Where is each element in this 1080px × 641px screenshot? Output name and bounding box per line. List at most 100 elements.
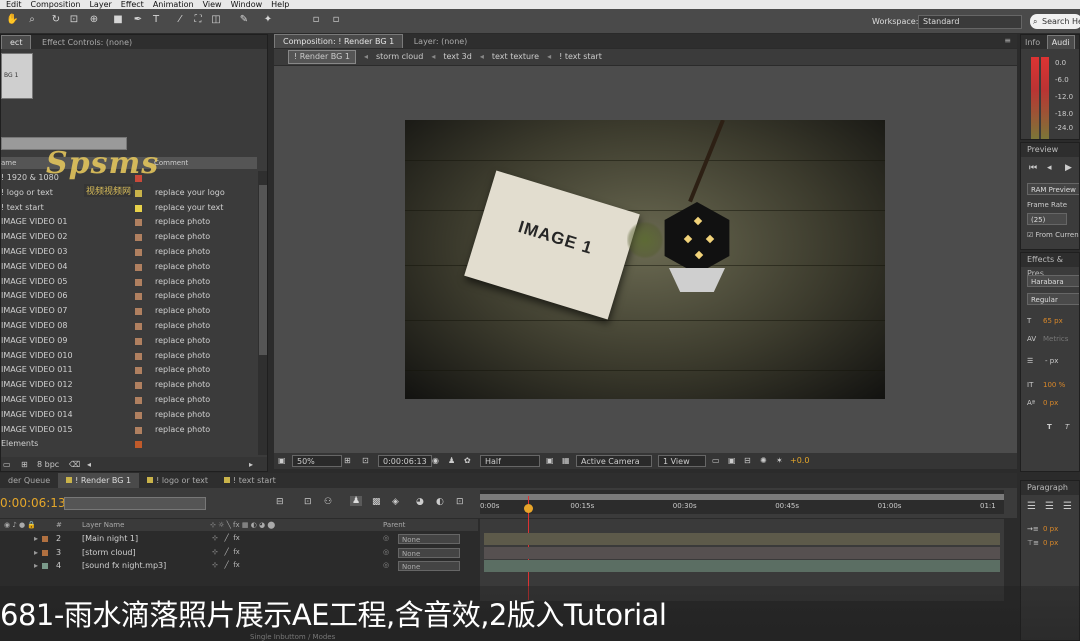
project-item-comment[interactable]: replace photo [155,363,210,378]
roto-brush-tool-icon[interactable]: ✎ [238,14,250,26]
exposure-reset-icon[interactable]: ✺ [760,455,767,467]
project-item-comment[interactable]: replace photo [155,275,210,290]
scrollbar-thumb[interactable] [259,185,267,355]
preview-title[interactable]: Preview [1021,143,1079,157]
name-column-header[interactable]: ame [1,159,16,167]
timeline-search-input[interactable] [64,497,206,510]
menu-item-layer[interactable]: Layer [89,0,111,9]
faux-italic-icon[interactable]: T [1065,423,1069,431]
layer-name-header[interactable]: Layer Name [82,519,124,531]
rotate-tool-icon[interactable]: ↻ [50,14,62,26]
breadcrumb-item[interactable]: ! text start [559,49,602,65]
transparency-grid-icon[interactable]: ▦ [562,455,570,467]
snapshot-icon[interactable]: ◉ [432,455,439,467]
expand-arrow-icon[interactable]: ▸ [34,546,38,560]
expand-arrow-icon[interactable]: ▸ [34,532,38,546]
timeline-tab[interactable]: der Queue [0,473,58,488]
toggle-pixel-icon[interactable]: ▭ [712,455,720,467]
folder-icon[interactable]: ▭ [3,457,11,471]
tab-effect-controls[interactable]: Effect Controls: (none) [34,36,140,50]
label-color-swatch[interactable] [135,367,142,375]
view-layout-select[interactable]: 1 View [658,455,706,467]
parent-select[interactable]: None [398,561,460,571]
effects-title[interactable]: Effects & Pres [1021,253,1079,278]
eraser-tool-icon[interactable]: ◫ [210,14,222,26]
layer-name[interactable]: [sound fx night.mp3] [82,559,166,573]
vertical-scale-value[interactable]: 100 % [1043,381,1065,389]
project-item-comment[interactable]: replace photo [155,378,210,393]
brainstorm-icon[interactable]: ◈ [392,497,399,507]
project-item-comment[interactable]: replace photo [155,393,210,408]
tab-composition[interactable]: Composition: ! Render BG 1 [274,34,404,48]
exposure-icon[interactable]: ✶ [776,455,783,467]
panel-menu-icon[interactable]: ≡ [1004,36,1011,45]
label-color-swatch[interactable] [135,322,142,330]
layer-switches[interactable]: ⊹ ╱ fx [212,532,240,546]
zoom-select[interactable]: 50% [292,455,342,467]
layer-switches[interactable]: ⊹ ╱ fx [212,546,240,560]
font-family-select[interactable]: Harabara [1027,275,1079,287]
parent-select[interactable]: None [398,547,460,558]
ram-preview-button[interactable]: RAM Preview [1027,183,1079,195]
show-snapshot-icon[interactable]: ♟ [448,455,455,467]
project-item-comment[interactable]: replace photo [155,334,210,349]
font-style-select[interactable]: Regular [1027,293,1079,305]
current-time-display[interactable]: 0:00:06:13 [378,455,432,467]
play-icon[interactable]: ▶ [1065,163,1072,173]
layer-duration-bar[interactable] [484,546,1000,559]
camera-tool-icon[interactable]: ⊡ [68,14,80,26]
tab-audio[interactable]: Audi [1046,35,1075,49]
timeline-layer-row[interactable]: ▸ 2 [Main night 1] ⊹ ╱ fx ◎ None [0,532,478,546]
type-tool-icon[interactable]: T [150,14,162,26]
menu-item-help[interactable]: Help [271,0,289,9]
menu-item-edit[interactable]: Edit [6,0,22,9]
tab-layer[interactable]: Layer: (none) [406,35,476,49]
menu-item-window[interactable]: Window [231,0,263,9]
breadcrumb-item[interactable]: text texture [492,49,539,65]
label-color-swatch[interactable] [135,189,142,197]
align-center-icon[interactable]: ☰ [1045,501,1054,512]
label-color-swatch[interactable] [135,204,142,212]
first-frame-icon[interactable]: ⏮ [1029,163,1037,173]
layer-name[interactable]: [Main night 1] [82,532,138,546]
frame-rate-select[interactable]: (25) [1027,213,1067,225]
scroll-right-icon[interactable]: ▸ [249,457,253,471]
project-item[interactable]: IMAGE VIDEO 04 replace photo [1,260,257,275]
project-item-comment[interactable]: replace your logo [155,186,225,201]
project-item[interactable]: IMAGE VIDEO 013 replace photo [1,393,257,408]
search-help-input[interactable]: ⌕ Search He [1030,14,1080,29]
project-item-comment[interactable]: replace photo [155,230,210,245]
project-item[interactable]: IMAGE VIDEO 01 replace photo [1,215,257,230]
project-item[interactable]: IMAGE VIDEO 07 replace photo [1,304,257,319]
label-color-swatch[interactable] [135,352,142,360]
layer-duration-bar[interactable] [484,560,1000,572]
toggle-switches-modes-label[interactable]: Single Inbuttom / Modes [250,633,335,641]
layer-label-color[interactable] [42,536,48,542]
pan-behind-tool-icon[interactable]: ⊕ [88,14,100,26]
label-color-swatch[interactable] [135,293,142,301]
hide-shy-icon[interactable]: ⚇ [324,497,332,507]
baseline-shift-value[interactable]: 0 px [1043,399,1058,407]
layer-label-color[interactable] [42,549,48,556]
composition-frame[interactable]: IMAGE 1 [405,120,885,399]
fast-preview-icon[interactable]: ▣ [728,455,736,467]
indent-left-value[interactable]: 0 px [1043,525,1058,533]
mask-icon[interactable]: ⊡ [362,455,369,467]
space-before-value[interactable]: 0 px [1043,539,1058,547]
label-color-swatch[interactable] [135,219,142,227]
label-color-swatch[interactable] [135,263,142,271]
snap-icon[interactable]: ▫ [310,14,322,26]
project-item[interactable]: IMAGE VIDEO 03 replace photo [1,245,257,260]
paragraph-title[interactable]: Paragraph [1021,481,1079,495]
exposure-value[interactable]: +0.0 [790,455,809,467]
channel-icon[interactable]: ✿ [464,455,471,467]
project-item[interactable]: IMAGE VIDEO 011 replace photo [1,363,257,378]
tab-project[interactable]: ect [1,35,32,49]
align-right-icon[interactable]: ☰ [1063,501,1072,512]
project-item-comment[interactable]: replace your text [155,201,223,216]
project-item[interactable]: Elements [1,437,257,452]
menu-item-effect[interactable]: Effect [121,0,144,9]
workspace-select[interactable]: Standard [918,15,1022,29]
project-scrollbar[interactable] [258,171,267,455]
project-item[interactable]: IMAGE VIDEO 010 replace photo [1,349,257,364]
